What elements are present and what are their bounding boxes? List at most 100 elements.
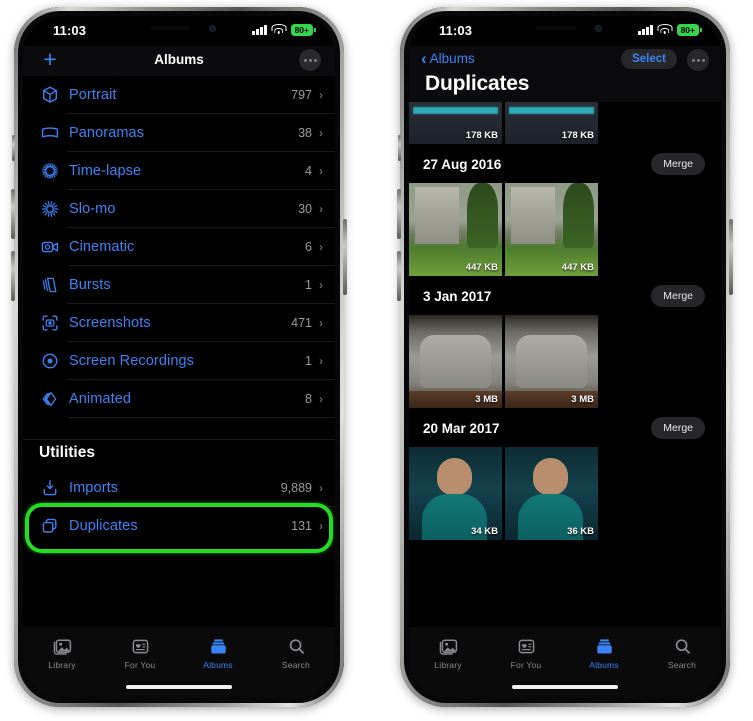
- duplicates-list[interactable]: 178 KB 178 KB 27 Aug 2016 Merge 447 KB 447 KB…: [409, 102, 721, 604]
- albums-stack-icon: [595, 636, 614, 656]
- select-button[interactable]: Select: [621, 49, 677, 69]
- back-button[interactable]: ‹ Albums: [421, 50, 475, 67]
- sidebar-item-cinematic[interactable]: Cinematic 6 ›: [23, 228, 335, 266]
- tab-for-you[interactable]: For You: [101, 636, 179, 670]
- tab-library[interactable]: Library: [23, 636, 101, 670]
- chevron-right-icon: ›: [319, 481, 323, 495]
- power-button[interactable]: [729, 219, 733, 295]
- albums-stack-icon: [209, 636, 228, 656]
- duplicate-pair[interactable]: 447 KB 447 KB: [409, 183, 721, 276]
- list-item-count: 30: [298, 202, 312, 216]
- right-phone-device: 11:03 80+ ‹ Albums Select Duplicates 178…: [397, 7, 733, 707]
- duplicate-group-date: 3 Jan 2017: [423, 288, 492, 304]
- tab-albums[interactable]: Albums: [565, 636, 643, 670]
- sidebar-item-time-lapse[interactable]: Time-lapse 4 ›: [23, 152, 335, 190]
- sidebar-item-animated[interactable]: Animated 8 ›: [23, 380, 335, 418]
- right-phone-screen: 11:03 80+ ‹ Albums Select Duplicates 178…: [409, 16, 721, 698]
- list-item-count: 131: [291, 519, 312, 533]
- screenshot-stage: 11:03 80+ + Albums Portrait 797 › Panoramas…: [0, 0, 753, 721]
- volume-down-button[interactable]: [11, 251, 15, 301]
- list-item-label: Bursts: [69, 277, 111, 293]
- albums-list[interactable]: Portrait 797 › Panoramas 38 › Time-lapse 4 › Slo-…: [23, 76, 335, 544]
- photo-size-label: 447 KB: [465, 262, 498, 273]
- left-phone-screen: 11:03 80+ + Albums Portrait 797 › Panoramas…: [23, 16, 335, 698]
- duplicate-group[interactable]: 20 Mar 2017 Merge 34 KB 36 KB: [409, 408, 721, 540]
- list-item-count: 8: [305, 392, 312, 406]
- duplicate-group[interactable]: 3 Jan 2017 Merge 3 MB 3 MB: [409, 276, 721, 408]
- sidebar-item-slo-mo[interactable]: Slo-mo 30 ›: [23, 190, 335, 228]
- tab-library-label: Library: [434, 660, 462, 670]
- sidebar-item-bursts[interactable]: Bursts 1 ›: [23, 266, 335, 304]
- silent-switch[interactable]: [398, 135, 401, 161]
- photo-thumbnail[interactable]: 447 KB: [409, 183, 502, 276]
- tab-search[interactable]: Search: [643, 636, 721, 670]
- sidebar-item-screen-recordings[interactable]: Screen Recordings 1 ›: [23, 342, 335, 380]
- duplicate-pair[interactable]: 3 MB 3 MB: [409, 315, 721, 408]
- home-indicator[interactable]: [126, 685, 232, 689]
- ellipsis-icon[interactable]: [687, 49, 709, 71]
- tab-bar-right[interactable]: Library For You Albums Search: [409, 627, 721, 698]
- merge-button[interactable]: Merge: [651, 285, 705, 307]
- photo-thumbnail[interactable]: 178 KB: [409, 102, 502, 144]
- tab-albums-label: Albums: [203, 660, 233, 670]
- tab-albums[interactable]: Albums: [179, 636, 257, 670]
- imports-icon: [37, 477, 63, 499]
- photo-thumbnail[interactable]: 36 KB: [505, 447, 598, 540]
- albums-navbar: + Albums: [23, 46, 335, 76]
- photo-thumbnail[interactable]: 447 KB: [505, 183, 598, 276]
- left-phone-frame: 11:03 80+ + Albums Portrait 797 › Panoramas…: [11, 7, 347, 707]
- photo-size-label: 178 KB: [561, 130, 594, 141]
- tab-search[interactable]: Search: [257, 636, 335, 670]
- sidebar-item-duplicates[interactable]: Duplicates 131 ›: [23, 507, 335, 544]
- photo-thumbnail[interactable]: 3 MB: [409, 315, 502, 408]
- silent-switch[interactable]: [12, 135, 15, 161]
- volume-up-button[interactable]: [11, 189, 15, 239]
- photo-size-label: 3 MB: [571, 394, 594, 405]
- timelapse-icon: [37, 160, 63, 182]
- photo-thumbnail[interactable]: 3 MB: [505, 315, 598, 408]
- list-item-count: 4: [305, 164, 312, 178]
- merge-button[interactable]: Merge: [651, 153, 705, 175]
- sidebar-item-screenshots[interactable]: Screenshots 471 ›: [23, 304, 335, 342]
- chevron-right-icon: ›: [319, 88, 323, 102]
- duplicate-pair[interactable]: 178 KB 178 KB: [409, 102, 721, 144]
- photo-size-label: 447 KB: [561, 262, 594, 273]
- tab-bar-left[interactable]: Library For You Albums Search: [23, 627, 335, 698]
- list-item-label: Slo-mo: [69, 201, 116, 217]
- portrait-cube-icon: [37, 84, 63, 106]
- volume-up-button[interactable]: [397, 189, 401, 239]
- home-indicator[interactable]: [512, 685, 618, 689]
- ellipsis-icon[interactable]: [299, 49, 321, 71]
- chevron-right-icon: ›: [319, 519, 323, 533]
- tab-library[interactable]: Library: [409, 636, 487, 670]
- duplicate-group[interactable]: 27 Aug 2016 Merge 447 KB 447 KB: [409, 144, 721, 276]
- list-item-count: 1: [305, 278, 312, 292]
- list-item-count: 6: [305, 240, 312, 254]
- sidebar-item-imports[interactable]: Imports 9,889 ›: [23, 469, 335, 507]
- tab-for-you[interactable]: For You: [487, 636, 565, 670]
- photo-thumbnail[interactable]: 34 KB: [409, 447, 502, 540]
- chevron-right-icon: ›: [319, 164, 323, 178]
- merge-button[interactable]: Merge: [651, 417, 705, 439]
- duplicate-group-date: 27 Aug 2016: [423, 156, 502, 172]
- tab-albums-label: Albums: [589, 660, 619, 670]
- screenshots-icon: [37, 312, 63, 334]
- volume-down-button[interactable]: [397, 251, 401, 301]
- battery-icon: 80+: [290, 24, 316, 36]
- duplicate-group[interactable]: 178 KB 178 KB: [409, 102, 721, 144]
- section-separator: [23, 439, 335, 440]
- earpiece-speaker: [150, 26, 190, 30]
- earpiece-speaker: [536, 26, 576, 30]
- chevron-right-icon: ›: [319, 126, 323, 140]
- photo-thumbnail[interactable]: 178 KB: [505, 102, 598, 144]
- power-button[interactable]: [343, 219, 347, 295]
- section-gap: [23, 418, 335, 440]
- cinematic-video-icon: [37, 236, 63, 258]
- search-icon: [287, 636, 306, 656]
- duplicate-pair[interactable]: 34 KB 36 KB: [409, 447, 721, 540]
- notch: [120, 16, 238, 41]
- sidebar-item-portrait[interactable]: Portrait 797 ›: [23, 76, 335, 114]
- list-item-label: Animated: [69, 391, 132, 407]
- list-item-count: 797: [291, 88, 312, 102]
- sidebar-item-panoramas[interactable]: Panoramas 38 ›: [23, 114, 335, 152]
